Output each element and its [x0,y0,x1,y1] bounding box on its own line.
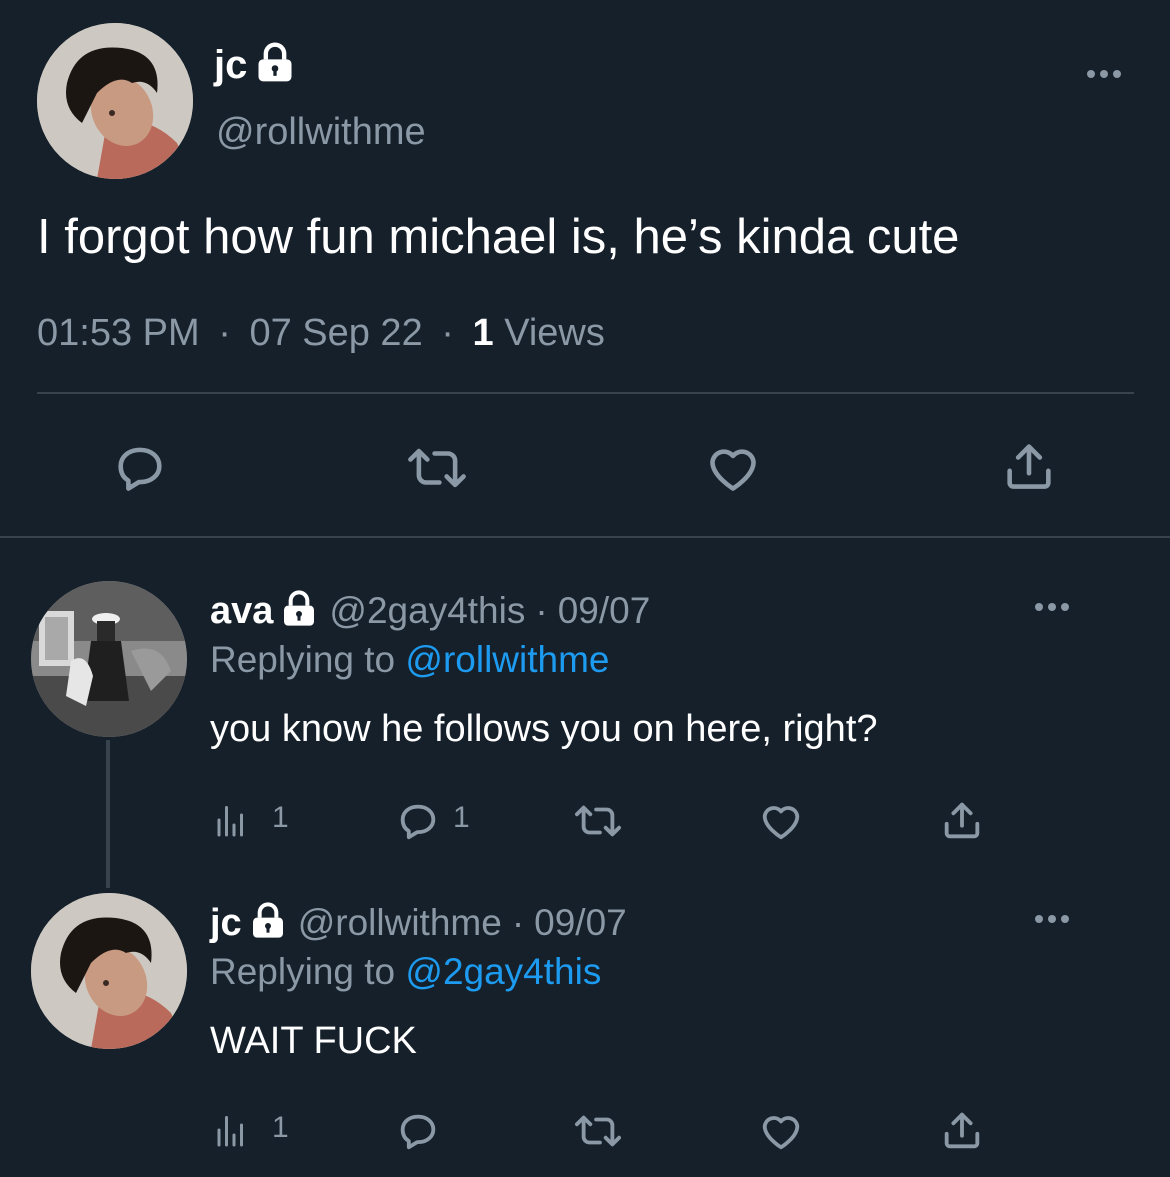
retweet-icon[interactable] [568,1106,628,1156]
replying-to: Replying to @2gay4this [210,949,601,995]
lock-icon [279,589,319,634]
replying-to-label: Replying to [210,639,396,680]
share-icon[interactable] [999,436,1059,496]
retweet-icon[interactable] [568,796,628,846]
lock-icon [253,41,297,90]
author-name[interactable]: jc [214,43,247,88]
reply-icon[interactable] [393,1106,443,1156]
reply-header: ava @2gay4this · 09/07 [210,588,650,634]
author-avatar[interactable] [37,23,193,179]
meta-separator: · [535,590,548,631]
meta-separator: · [511,902,525,943]
avatar-photo [31,893,187,1049]
like-icon[interactable] [756,796,806,846]
views-icon[interactable] [212,800,246,840]
tweet-time: 01:53 PM [37,312,200,354]
divider [37,392,1134,394]
more-options-icon[interactable] [1087,70,1121,78]
views-count: 1 [272,1111,289,1144]
meta-separator: · [441,312,454,354]
reply-author-name[interactable]: ava [210,590,273,633]
reply-count: 1 [453,801,470,834]
meta-separator: · [218,312,231,354]
views-count: 1 [272,801,289,834]
lock-icon [248,901,288,946]
more-options-icon[interactable] [1035,915,1069,923]
like-icon[interactable] [703,438,763,498]
replying-to-handle[interactable]: @rollwithme [405,639,609,680]
like-icon[interactable] [756,1106,806,1156]
section-divider [0,536,1170,538]
tweet-meta: 01:53 PM · 07 Sep 22 · 1 Views [37,310,605,356]
retweet-icon[interactable] [402,438,472,498]
replying-to-handle[interactable]: @2gay4this [405,951,601,992]
replying-to: Replying to @rollwithme [210,637,610,683]
avatar-photo [31,581,187,737]
replying-to-label: Replying to [210,951,396,992]
avatar-photo [37,23,193,179]
reply-date[interactable]: 09/07 [534,902,627,944]
reply-icon[interactable] [393,796,443,846]
reply-text: WAIT FUCK [210,1020,417,1062]
author-handle[interactable]: @rollwithme [216,110,426,154]
reply-author-handle[interactable]: @2gay4this [329,590,525,632]
tweet-date: 07 Sep 22 [249,312,423,354]
views-icon[interactable] [212,1110,246,1150]
views-label[interactable]: Views [504,312,605,354]
reply-header: jc @rollwithme · 09/07 [210,900,627,946]
reply-author-name[interactable]: jc [210,902,242,945]
more-options-icon[interactable] [1035,603,1069,611]
reply-avatar-ava[interactable] [31,581,187,737]
thread-line [106,740,110,888]
share-icon[interactable] [937,795,987,845]
reply-date[interactable]: 09/07 [558,590,651,632]
author-name-row: jc [214,40,297,90]
reply-text: you know he follows you on here, right? [210,708,878,750]
reply-author-handle[interactable]: @rollwithme [298,902,502,944]
share-icon[interactable] [937,1105,987,1155]
reply-avatar-jc[interactable] [31,893,187,1049]
reply-icon[interactable] [110,438,170,498]
views-count[interactable]: 1 [472,312,493,354]
tweet-text: I forgot how fun michael is, he’s kinda … [37,210,960,264]
